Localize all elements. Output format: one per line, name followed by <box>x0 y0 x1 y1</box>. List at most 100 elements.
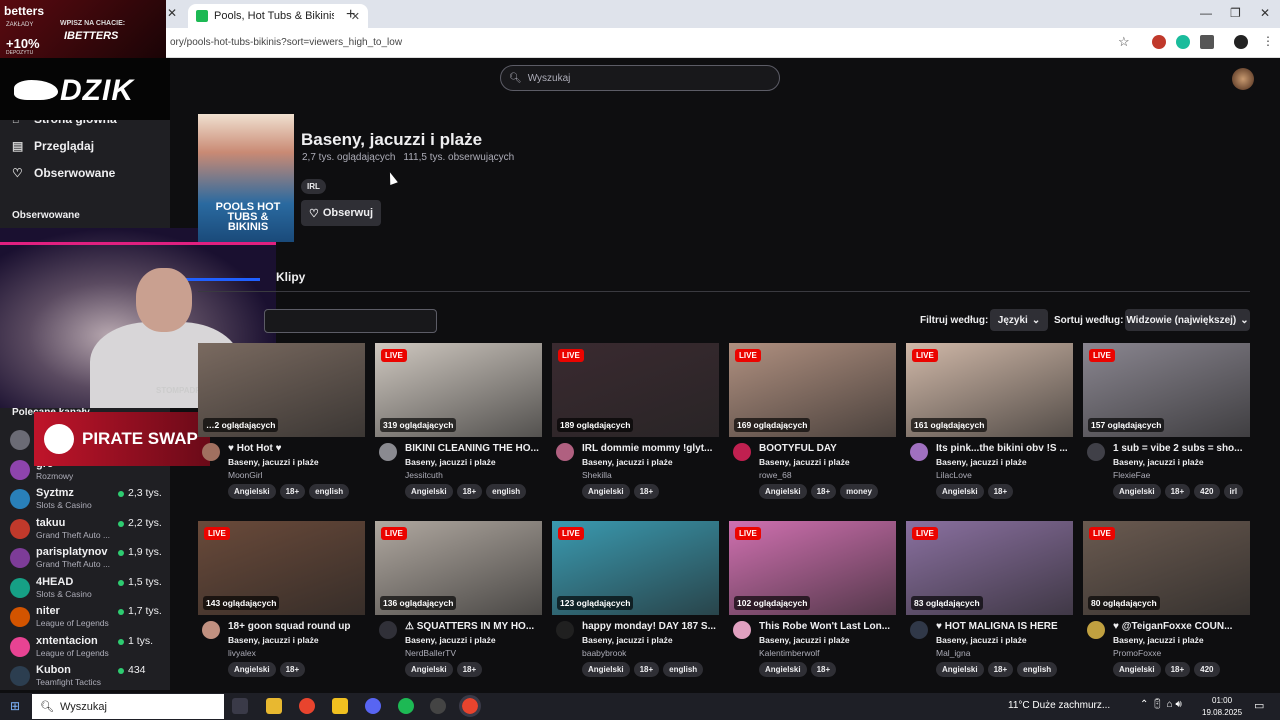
stream-category[interactable]: Baseny, jacuzzi i plaże <box>228 635 319 645</box>
stream-tag[interactable]: 420 <box>1194 662 1220 677</box>
streamer-avatar[interactable] <box>379 443 397 461</box>
maximize-button[interactable]: ❐ <box>1230 6 1241 20</box>
stream-card[interactable]: LIVE 189 oglądających IRL dommie mommy !gl… <box>552 343 719 509</box>
stream-tag[interactable]: Angielski <box>405 662 453 677</box>
streamer-avatar[interactable] <box>202 443 220 461</box>
extensions-puzzle-icon[interactable] <box>1200 35 1214 49</box>
stream-tag[interactable]: 18+ <box>810 484 837 499</box>
streamer-name[interactable]: Shekilla <box>582 470 612 480</box>
sidebar-nav-browse[interactable]: ▤ Przeglądaj <box>12 139 94 153</box>
category-tag[interactable]: IRL <box>301 176 326 194</box>
url-text[interactable]: ory/pools-hot-tubs-bikinis?sort=viewers_… <box>170 37 402 48</box>
stream-title[interactable]: IRL dommie mommy !glyt... <box>582 443 719 454</box>
weather-widget[interactable]: 11°C Duże zachmurz... <box>1008 700 1110 711</box>
stream-title[interactable]: happy monday! DAY 187 S... <box>582 621 719 632</box>
follow-button[interactable]: ♡ Obserwuj <box>301 200 381 226</box>
stream-title[interactable]: ♥ Hot Hot ♥ <box>228 443 365 454</box>
tag-search-input[interactable] <box>264 309 437 333</box>
chrome-icon[interactable] <box>299 698 315 714</box>
stream-card[interactable]: LIVE 83 oglądających ♥ HOT MALIGNA IS HERE… <box>906 521 1073 687</box>
streamer-name[interactable]: FlexieFae <box>1113 470 1150 480</box>
stream-tag[interactable]: 18+ <box>633 484 660 499</box>
streamer-name[interactable]: PromoFoxxe <box>1113 648 1161 658</box>
stream-tag[interactable]: english <box>1017 662 1058 677</box>
sidebar-nav-following[interactable]: ♡ Obserwowane <box>12 166 115 180</box>
streamer-avatar[interactable] <box>910 443 928 461</box>
close-tab-icon[interactable]: ✕ <box>167 6 177 20</box>
stream-category[interactable]: Baseny, jacuzzi i plaże <box>936 635 1027 645</box>
spotify-icon[interactable] <box>398 698 414 714</box>
stream-tag[interactable]: 18+ <box>456 484 483 499</box>
stream-tag[interactable]: 18+ <box>279 662 306 677</box>
stream-tag[interactable]: 18+ <box>279 484 306 499</box>
stream-tag[interactable]: 420 <box>1194 484 1220 499</box>
stream-card[interactable]: LIVE 157 oglądających 1 sub = vibe 2 subs … <box>1083 343 1250 509</box>
stream-category[interactable]: Baseny, jacuzzi i plaże <box>759 457 850 467</box>
stream-card[interactable]: LIVE 319 oglądających BIKINI CLEANING THE … <box>375 343 542 509</box>
stream-tag[interactable]: irl <box>1223 484 1244 499</box>
bookmark-star-icon[interactable]: ☆ <box>1118 34 1130 50</box>
stream-card[interactable]: …2 oglądających ♥ Hot Hot ♥ Baseny, jacuzz… <box>198 343 365 509</box>
windows-start-icon[interactable]: ⊞ <box>10 699 24 713</box>
stream-card[interactable]: LIVE 161 oglądających Its pink...the bikin… <box>906 343 1073 509</box>
streamer-name[interactable]: LilacLove <box>936 470 972 480</box>
stream-tag[interactable]: 18+ <box>1164 662 1191 677</box>
chrome-active-icon[interactable] <box>459 695 481 717</box>
stream-category[interactable]: Baseny, jacuzzi i plaże <box>759 635 850 645</box>
stream-tag[interactable]: english <box>309 484 350 499</box>
task-view-icon[interactable] <box>232 698 248 714</box>
stream-tag[interactable]: Angielski <box>936 662 984 677</box>
stream-title[interactable]: ♥ HOT MALIGNA IS HERE <box>936 621 1073 632</box>
new-tab-button[interactable]: + <box>346 6 355 24</box>
extension-icon[interactable] <box>1176 35 1190 49</box>
stream-tag[interactable]: 18+ <box>633 662 660 677</box>
streamer-name[interactable]: NerdBallerTV <box>405 648 456 658</box>
streamer-name[interactable]: livyalex <box>228 648 256 658</box>
stream-title[interactable]: 1 sub = vibe 2 subs = sho... <box>1113 443 1250 454</box>
stream-tag[interactable]: Angielski <box>582 484 630 499</box>
stream-tag[interactable]: Angielski <box>759 662 807 677</box>
sidebar-channel[interactable]: Kubon Teamfight Tactics 434 <box>10 664 170 688</box>
minimize-button[interactable]: — <box>1200 6 1212 20</box>
stream-tag[interactable]: 18+ <box>987 662 1014 677</box>
streamer-avatar[interactable] <box>202 621 220 639</box>
stream-card[interactable]: LIVE 123 oglądających happy monday! DAY 18… <box>552 521 719 687</box>
stream-title[interactable]: ⚠ SQUATTERS IN MY HO... <box>405 621 542 632</box>
streamer-avatar[interactable] <box>1087 621 1105 639</box>
stream-title[interactable]: ♥ @TeiganFoxxe COUN... <box>1113 621 1250 632</box>
stream-tag[interactable]: Angielski <box>1113 662 1161 677</box>
stream-category[interactable]: Baseny, jacuzzi i plaże <box>228 457 319 467</box>
notifications-icon[interactable]: ▭ <box>1254 699 1264 712</box>
streamer-name[interactable]: Kalentimberwolf <box>759 648 819 658</box>
stream-tag[interactable]: Angielski <box>405 484 453 499</box>
stream-tag[interactable]: english <box>486 484 527 499</box>
streamer-avatar[interactable] <box>1087 443 1105 461</box>
browser-tab-active[interactable]: Pools, Hot Tubs & Bikinis Stream ✕ <box>188 4 368 28</box>
stream-category[interactable]: Baseny, jacuzzi i plaże <box>1113 635 1204 645</box>
language-select[interactable]: Języki ⌄ <box>990 309 1048 331</box>
taskbar-search[interactable]: 🔍︎ Wyszukaj <box>32 694 224 719</box>
user-avatar[interactable] <box>1232 68 1254 90</box>
extension-icon[interactable] <box>1152 35 1166 49</box>
file-explorer-icon[interactable] <box>266 698 282 714</box>
streamer-name[interactable]: Mal_igna <box>936 648 971 658</box>
stream-tag[interactable]: Angielski <box>228 484 276 499</box>
streamer-name[interactable]: rowe_68 <box>759 470 792 480</box>
stream-title[interactable]: This Robe Won't Last Lon... <box>759 621 896 632</box>
streamer-avatar[interactable] <box>733 443 751 461</box>
stream-category[interactable]: Baseny, jacuzzi i plaże <box>405 635 496 645</box>
stream-card[interactable]: LIVE 136 oglądających ⚠ SQUATTERS IN MY HO… <box>375 521 542 687</box>
stream-tag[interactable]: money <box>840 484 878 499</box>
stream-category[interactable]: Baseny, jacuzzi i plaże <box>582 635 673 645</box>
streamer-avatar[interactable] <box>379 621 397 639</box>
sidebar-channel[interactable]: Syztmz Slots & Casino 2,3 tys. <box>10 487 170 511</box>
stream-title[interactable]: Its pink...the bikini obv !S ... <box>936 443 1073 454</box>
sidebar-channel[interactable]: 4HEAD Slots & Casino 1,5 tys. <box>10 576 170 600</box>
stream-category[interactable]: Baseny, jacuzzi i plaże <box>582 457 673 467</box>
stream-category[interactable]: Baseny, jacuzzi i plaże <box>405 457 496 467</box>
sidebar-channel[interactable]: takuu Grand Theft Auto ... 2,2 tys. <box>10 517 170 541</box>
sort-select[interactable]: Widzowie (największej) ⌄ <box>1125 309 1250 331</box>
sidebar-channel[interactable]: niter League of Legends 1,7 tys. <box>10 605 170 629</box>
streamer-name[interactable]: Jessitcuth <box>405 470 443 480</box>
streamer-name[interactable]: MoonGirl <box>228 470 262 480</box>
